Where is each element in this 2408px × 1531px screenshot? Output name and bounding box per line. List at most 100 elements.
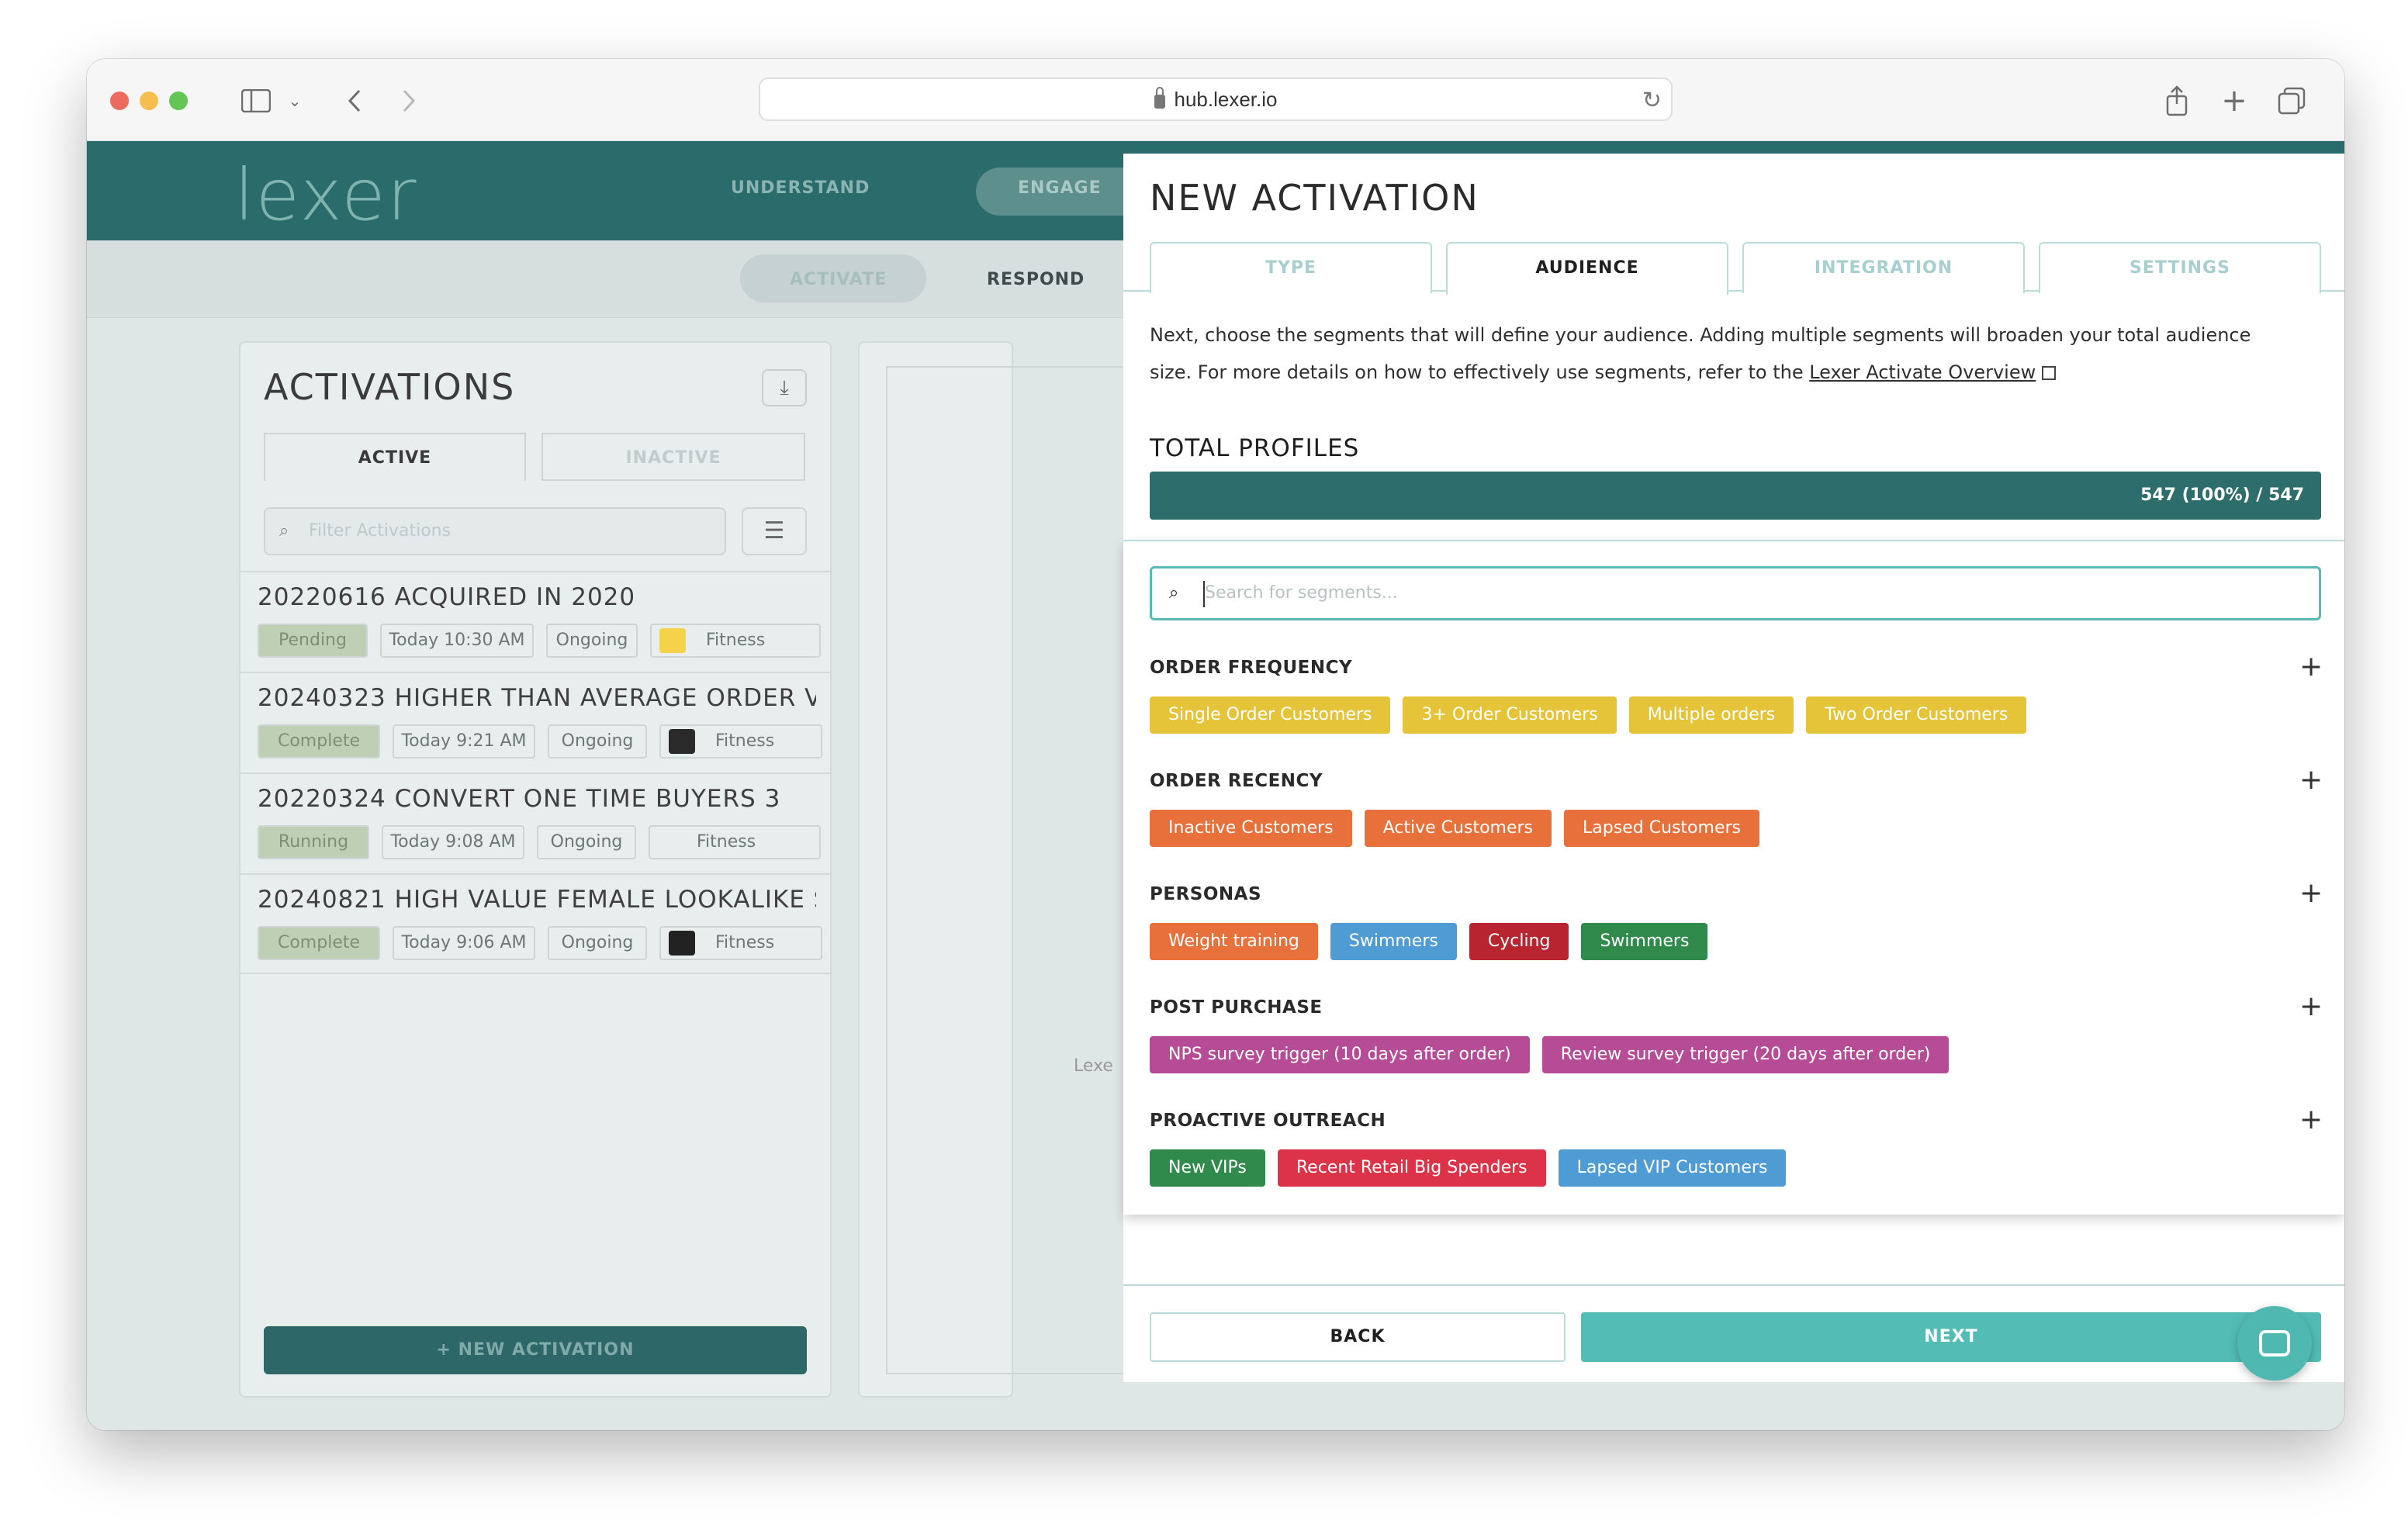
segment-chip[interactable]: Active Customers — [1364, 810, 1552, 847]
segment-chip[interactable]: Two Order Customers — [1806, 696, 2027, 734]
activation-row[interactable]: 20240323 HIGHER THAN AVERAGE ORDER VALUE… — [240, 672, 830, 772]
filter-activations-input[interactable]: ⌕ Filter Activations — [264, 507, 726, 555]
activation-row[interactable]: 20240821 HIGH VALUE FEMALE LOOKALIKE SEE… — [240, 873, 830, 974]
expand-plus-icon[interactable]: + — [2299, 993, 2323, 1021]
tab-audience[interactable]: AUDIENCE — [1446, 242, 1728, 295]
segment-search-input[interactable]: ⌕ Search for segments... — [1150, 566, 2321, 620]
search-icon: ⌕ — [279, 521, 289, 541]
reload-icon[interactable]: ↻ — [1642, 87, 1662, 114]
subnav-respond[interactable]: RESPOND — [987, 270, 1085, 289]
segment-chip[interactable]: Swimmers — [1581, 923, 1708, 960]
tab-integration[interactable]: INTEGRATION — [1742, 242, 2025, 293]
forward-arrow-icon[interactable] — [397, 82, 420, 119]
time-chip: Today 9:21 AM — [393, 724, 535, 759]
expand-plus-icon[interactable]: + — [2299, 653, 2323, 681]
subnav-activate[interactable]: ACTIVATE — [790, 270, 887, 289]
segment-chip[interactable]: Review survey trigger (20 days after ord… — [1541, 1036, 1950, 1073]
activation-name: 20220324 CONVERT ONE TIME BUYERS 3 — [258, 785, 781, 813]
nav-engage[interactable]: ENGAGE — [1018, 178, 1102, 198]
platform-chip: Fitness — [649, 825, 821, 859]
activation-name: 20240821 HIGH VALUE FEMALE LOOKALIKE SEE… — [258, 886, 816, 914]
total-profiles-bar: 547 (100%) / 547 — [1150, 472, 2321, 520]
segment-row-proactive-outreach: New VIPs Recent Retail Big Spenders Lapsed… — [1150, 1149, 1787, 1187]
tab-inactive[interactable]: INACTIVE — [541, 433, 805, 481]
plus-icon: + — [436, 1340, 458, 1360]
segment-chip[interactable]: Recent Retail Big Spenders — [1277, 1149, 1546, 1187]
segment-chip[interactable]: Inactive Customers — [1150, 810, 1352, 847]
platform-chip: Fitness — [650, 624, 821, 658]
expand-plus-icon[interactable]: + — [2299, 880, 2323, 907]
tab-type[interactable]: TYPE — [1150, 242, 1432, 293]
zoom-window-button[interactable] — [169, 92, 188, 110]
expand-plus-icon[interactable]: + — [2299, 1106, 2323, 1134]
search-icon: ⌕ — [1169, 583, 1179, 603]
status-badge: Running — [258, 825, 369, 859]
activations-title: ACTIVATIONS — [264, 366, 516, 408]
duration-chip: Ongoing — [546, 624, 638, 658]
flag-icon — [669, 729, 695, 754]
segment-chip[interactable]: Weight training — [1150, 923, 1318, 960]
segment-row-post-purchase: NPS survey trigger (10 days after order)… — [1150, 1036, 1950, 1073]
activate-overview-link[interactable]: Lexer Activate Overview — [1809, 361, 2036, 383]
duration-chip: Ongoing — [548, 724, 647, 759]
address-bar[interactable]: hub.lexer.io ↻ — [759, 78, 1673, 121]
activation-row[interactable]: 20220324 CONVERT ONE TIME BUYERS 3 Runni… — [240, 772, 830, 873]
back-arrow-icon[interactable] — [343, 82, 366, 119]
segment-chip[interactable]: Lapsed VIP Customers — [1558, 1149, 1787, 1187]
segment-chip[interactable]: Swimmers — [1330, 923, 1457, 960]
browser-toolbar: ⌄ hub.lexer.io ↻ + — [87, 59, 2344, 141]
segment-chip[interactable]: Multiple orders — [1628, 696, 1794, 734]
activations-panel: ACTIVATIONS ⤓ ACTIVE INACTIVE ⌕ Filter A… — [239, 341, 832, 1398]
segment-chip[interactable]: Lapsed Customers — [1564, 810, 1759, 847]
next-button[interactable]: NEXT — [1581, 1312, 2321, 1362]
segment-chip[interactable]: New VIPs — [1150, 1149, 1265, 1187]
platform-label: Fitness — [697, 832, 756, 852]
segment-chip[interactable]: Single Order Customers — [1150, 696, 1391, 734]
description-text: Next, choose the segments that will defi… — [1150, 324, 2251, 383]
detail-panel — [858, 341, 1196, 1398]
lock-icon — [1154, 87, 1165, 109]
duration-chip: Ongoing — [537, 825, 636, 859]
minimize-window-button[interactable] — [140, 92, 158, 110]
segment-chip[interactable]: Cycling — [1469, 923, 1569, 960]
chat-support-button[interactable] — [2237, 1306, 2312, 1381]
tab-active[interactable]: ACTIVE — [264, 433, 526, 481]
new-activation-button[interactable]: + NEW ACTIVATION — [264, 1326, 807, 1374]
status-badge: Complete — [258, 724, 380, 759]
url-text: hub.lexer.io — [1174, 87, 1278, 111]
segment-chip[interactable]: NPS survey trigger (10 days after order) — [1150, 1036, 1530, 1073]
expand-plus-icon[interactable]: + — [2299, 766, 2323, 794]
background-text: Lexe — [1074, 1056, 1113, 1076]
segment-chip[interactable]: 3+ Order Customers — [1403, 696, 1617, 734]
download-icon[interactable]: ⤓ — [762, 369, 807, 406]
browser-window: ⌄ hub.lexer.io ↻ + lexer UNDERSTAND ENGA… — [87, 59, 2344, 1430]
sidebar-toggle-icon[interactable] — [239, 82, 273, 119]
platform-label: Fitness — [715, 933, 775, 952]
platform-chip: Fitness — [659, 926, 822, 960]
tab-settings[interactable]: SETTINGS — [2039, 242, 2321, 293]
new-tab-icon[interactable]: + — [2219, 82, 2250, 119]
activation-name: 20220616 ACQUIRED IN 2020 — [258, 583, 636, 611]
text-caret — [1203, 581, 1205, 607]
segment-row-order-frequency: Single Order Customers 3+ Order Customers… — [1150, 696, 2027, 734]
group-post-purchase: POST PURCHASE — [1150, 997, 1323, 1018]
time-chip: Today 10:30 AM — [380, 624, 534, 658]
share-icon[interactable] — [2161, 82, 2192, 119]
external-link-icon — [2042, 366, 2057, 380]
filter-settings-icon[interactable]: ☰ — [742, 507, 807, 555]
group-proactive-outreach: PROACTIVE OUTREACH — [1150, 1111, 1386, 1131]
activation-row[interactable]: 20220616 ACQUIRED IN 2020 Pending Today … — [240, 571, 830, 672]
audience-description: Next, choose the segments that will defi… — [1150, 316, 2282, 391]
activation-name: 20240323 HIGHER THAN AVERAGE ORDER VALUE — [258, 684, 816, 712]
tabs-overview-icon[interactable] — [2276, 82, 2307, 119]
platform-label: Fitness — [715, 731, 775, 751]
group-order-recency: ORDER RECENCY — [1150, 771, 1323, 791]
nav-understand[interactable]: UNDERSTAND — [731, 178, 870, 198]
back-button[interactable]: BACK — [1150, 1312, 1566, 1362]
chevron-down-icon[interactable]: ⌄ — [285, 82, 304, 119]
filter-placeholder: Filter Activations — [309, 521, 452, 541]
lexer-logo[interactable]: lexer — [234, 154, 418, 237]
total-profiles-value: 547 (100%) / 547 — [2140, 486, 2304, 505]
platform-chip: Fitness — [659, 724, 822, 759]
close-window-button[interactable] — [110, 92, 129, 110]
